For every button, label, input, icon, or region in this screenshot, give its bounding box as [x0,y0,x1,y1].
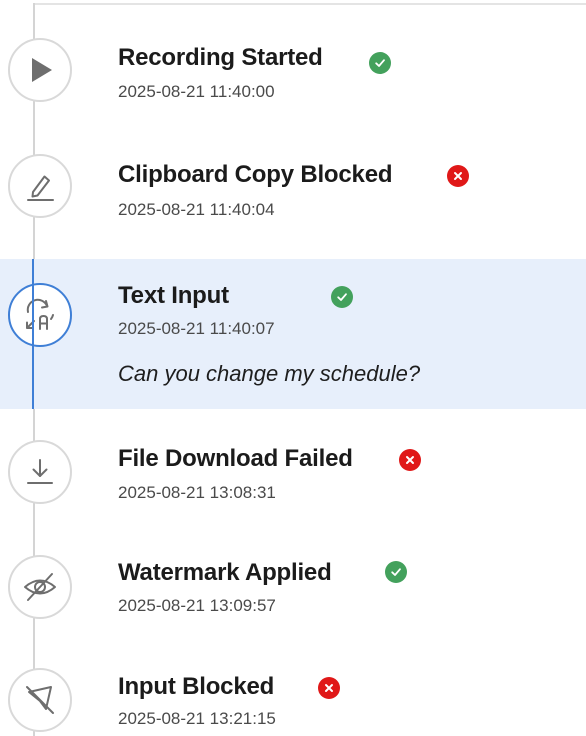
event-timestamp: 2025-08-21 13:09:57 [118,596,276,615]
timeline-rail-active [32,259,34,409]
success-check-icon [385,561,407,583]
timeline-event-file-download-failed[interactable]: File Download Failed 2025-08-21 13:08:31 [0,409,586,529]
play-icon [8,38,72,102]
event-timestamp: 2025-08-21 11:40:04 [118,200,275,219]
event-timeline: Recording Started 2025-08-21 11:40:00 Cl… [0,0,586,736]
timeline-event-input-blocked[interactable]: Input Blocked 2025-08-21 13:21:15 [0,644,586,736]
timeline-event-watermark-applied[interactable]: Watermark Applied 2025-08-21 13:09:57 [0,529,586,644]
timeline-event-clipboard-copy-blocked[interactable]: Clipboard Copy Blocked 2025-08-21 11:40:… [0,130,586,259]
timeline-event-text-input[interactable]: Text Input 2025-08-21 11:40:07 Can you c… [0,259,586,409]
event-title: Input Blocked [118,673,275,700]
event-title: Clipboard Copy Blocked [118,161,393,188]
success-check-icon [331,286,353,308]
success-check-icon [369,52,391,74]
download-icon [8,440,72,504]
failed-x-icon [318,677,340,699]
text-input-icon [8,283,72,347]
event-title: Recording Started [118,44,323,71]
event-timestamp: 2025-08-21 11:40:07 [118,319,275,338]
event-timestamp: 2025-08-21 13:08:31 [118,483,276,502]
event-title: Watermark Applied [118,559,332,586]
pencil-icon [8,154,72,218]
event-detail-text: Can you change my schedule? [118,361,421,386]
timeline-event-recording-started[interactable]: Recording Started 2025-08-21 11:40:00 [0,0,586,130]
event-title: File Download Failed [118,445,353,472]
cursor-off-icon [8,668,72,732]
event-timestamp: 2025-08-21 11:40:00 [118,82,275,101]
failed-x-icon [447,165,469,187]
eye-off-icon [8,555,72,619]
failed-x-icon [399,449,421,471]
event-title: Text Input [118,282,229,309]
event-timestamp: 2025-08-21 13:21:15 [118,709,276,728]
